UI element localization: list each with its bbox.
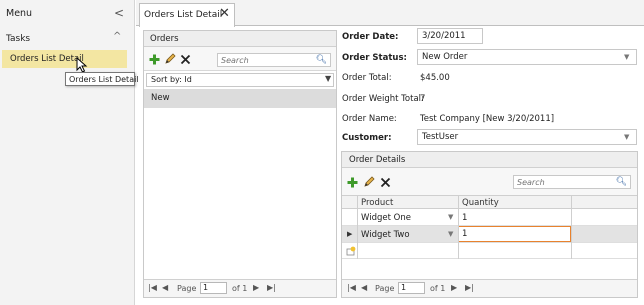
cell-quantity: 1 <box>462 213 468 223</box>
pager-page-label: Page <box>375 284 395 293</box>
mouse-cursor-icon <box>76 57 88 73</box>
list-item[interactable] <box>144 89 336 108</box>
orders-panel-title: Orders <box>150 34 179 44</box>
order-weight-total-value: 7 <box>420 94 426 104</box>
quantity-edit-cell[interactable] <box>458 226 571 242</box>
search-icon[interactable]: 🔍︎ <box>316 55 327 65</box>
row-pointer-icon: ▶ <box>347 230 353 238</box>
page-number-input[interactable]: 1 <box>200 282 227 294</box>
dropdown-arrow-icon[interactable]: ▼ <box>448 230 453 238</box>
pager-of-label: of 1 <box>430 284 446 293</box>
first-page-icon[interactable]: |◀ <box>148 283 157 292</box>
order-total-label: Order Total: <box>342 73 392 83</box>
order-status-label: Order Status: <box>342 53 407 63</box>
customer-label: Customer: <box>342 133 392 143</box>
last-page-icon[interactable]: ▶| <box>267 283 276 292</box>
dropdown-arrow-icon[interactable]: ▼ <box>624 53 629 61</box>
delete-icon[interactable] <box>180 54 191 65</box>
last-page-icon[interactable]: ▶| <box>465 283 474 292</box>
grid-divider <box>357 195 358 259</box>
next-page-icon[interactable]: ▶ <box>451 283 457 292</box>
order-date-label: Order Date: <box>342 32 399 42</box>
grid-divider <box>571 195 572 259</box>
order-details-search-box[interactable]: 🔍︎ <box>513 175 631 189</box>
next-page-icon[interactable]: ▶ <box>253 283 259 292</box>
cell-quantity: 1 <box>462 229 468 239</box>
order-total-value: $45.00 <box>420 73 450 83</box>
order-details-title: Order Details <box>349 155 406 165</box>
cell-product: Widget Two <box>361 230 410 240</box>
tasks-section-label: Tasks <box>6 34 31 44</box>
grid-divider <box>458 195 459 259</box>
order-date-field[interactable]: 3/20/2011 <box>417 28 483 44</box>
order-status-dropdown[interactable]: New Order <box>417 49 637 65</box>
add-icon[interactable] <box>149 54 160 65</box>
prev-page-icon[interactable]: ◀ <box>162 283 168 292</box>
dropdown-arrow-icon[interactable]: ▼ <box>448 213 453 221</box>
orders-search-box[interactable]: 🔍︎ <box>217 53 331 67</box>
add-icon[interactable] <box>347 177 358 188</box>
order-weight-total-label: Order Weight Total: <box>342 94 424 104</box>
tooltip: Orders List Detail <box>65 72 139 86</box>
first-page-icon[interactable]: |◀ <box>347 283 356 292</box>
tab-label: Orders List Detail <box>144 10 223 20</box>
order-name-label: Order Name: <box>342 114 397 124</box>
orders-search-input[interactable] <box>221 55 311 66</box>
order-name-value: Test Company [New 3/20/2011] <box>420 114 555 124</box>
dropdown-arrow-icon[interactable]: ▼ <box>325 74 331 83</box>
list-item-label: New <box>151 93 170 103</box>
edit-icon[interactable] <box>164 53 176 65</box>
prev-page-icon[interactable]: ◀ <box>361 283 367 292</box>
edit-icon[interactable] <box>363 176 375 188</box>
sort-by-label: Sort by: Id <box>151 75 192 84</box>
column-header-quantity[interactable]: Quantity <box>462 198 499 208</box>
dropdown-arrow-icon[interactable]: ▼ <box>624 133 629 141</box>
menu-title: Menu <box>6 8 33 19</box>
page-number-input[interactable]: 1 <box>398 282 425 294</box>
order-details-search-input[interactable] <box>517 177 610 188</box>
customer-dropdown[interactable]: TestUser <box>417 129 637 145</box>
column-header-product[interactable]: Product <box>361 198 393 208</box>
new-row[interactable] <box>342 243 637 259</box>
close-tab-icon[interactable]: ✕ <box>219 6 230 21</box>
collapse-tasks-icon[interactable]: ^ <box>113 31 121 42</box>
task-item-label: Orders List Detail <box>10 54 84 64</box>
menu-pane <box>0 0 135 305</box>
search-icon[interactable]: 🔍︎ <box>616 177 627 187</box>
pager-page-label: Page <box>177 284 197 293</box>
collapse-menu-icon[interactable]: < <box>114 6 124 20</box>
new-row-icon <box>346 246 356 256</box>
cell-product: Widget One <box>361 213 411 223</box>
pager-of-label: of 1 <box>232 284 248 293</box>
delete-icon[interactable] <box>380 177 391 188</box>
